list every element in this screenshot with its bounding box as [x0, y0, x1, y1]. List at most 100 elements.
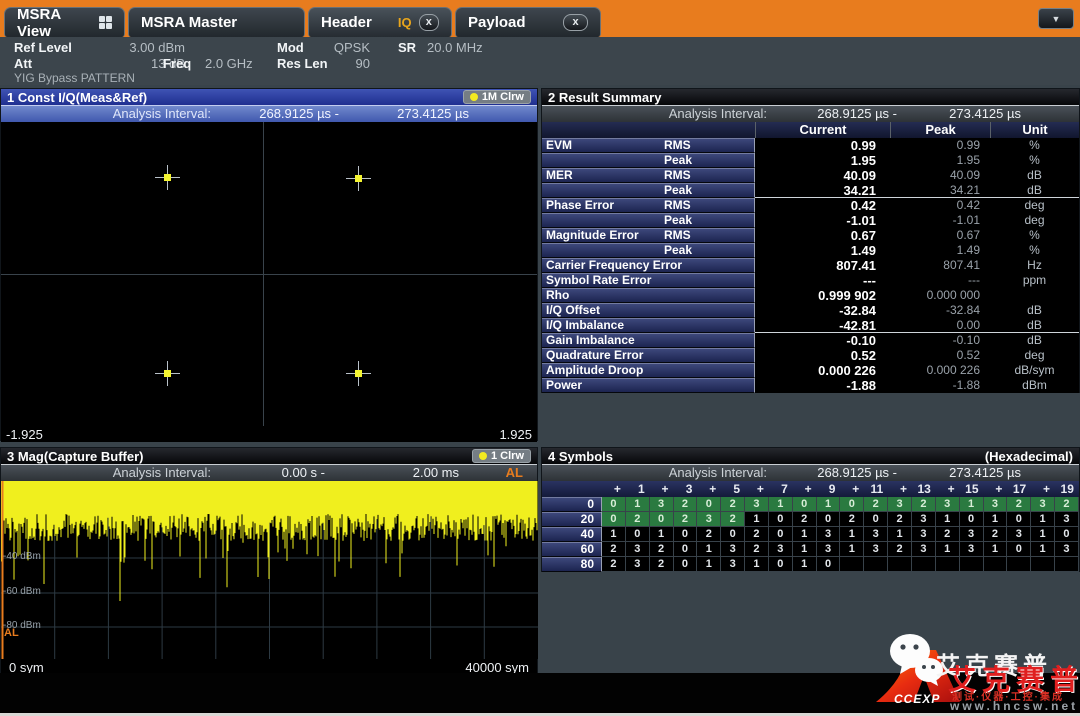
result-row: EVM RMS 0.99 0.99%	[542, 138, 1079, 153]
result-row: I/Q Offset -32.84 -32.84 dB	[542, 303, 1079, 318]
symbol-cell: 2	[602, 557, 626, 572]
symbol-cell: 1	[768, 497, 793, 512]
tab-header[interactable]: Header IQ x	[308, 7, 452, 37]
peak-value: -32.84	[945, 303, 980, 317]
param-name: I/Q Offset	[546, 303, 601, 317]
result-row: Peak 1.95 1.95%	[542, 153, 1079, 168]
close-icon[interactable]: x	[418, 14, 439, 31]
param-measure: RMS	[664, 228, 691, 242]
result-row: Peak 1.49 1.49%	[542, 243, 1079, 258]
symbol-cell: 2	[721, 497, 746, 512]
mag-trace-svg	[1, 481, 538, 659]
window-title-bar[interactable]: 2 Result Summary	[542, 89, 1079, 106]
window-symbols[interactable]: 4 Symbols (Hexadecimal) Analysis Interva…	[541, 447, 1080, 572]
current-value: 0.52	[850, 348, 876, 363]
symbols-header-row: +1 +3 +5 +7 +9 +11 +13 +15 +17 +19	[542, 481, 1079, 497]
symbol-col-header: 5	[733, 482, 741, 496]
window-title-bar[interactable]: 3 Mag(Capture Buffer) 1 Clrw	[1, 448, 537, 465]
param-name: Symbol Rate Error	[546, 273, 652, 287]
symbol-cell: 2	[840, 512, 865, 527]
peak-value: 0.67	[956, 228, 980, 242]
tab-msra-master[interactable]: MSRA Master	[128, 7, 305, 37]
res-len-value[interactable]: 90	[328, 56, 370, 71]
result-param-cell: Rho	[542, 288, 755, 303]
symbol-cell: 2	[792, 512, 817, 527]
analysis-from: 268.9125 µs -	[259, 106, 339, 121]
window-title: 3 Mag(Capture Buffer)	[7, 448, 144, 464]
window-title-bar[interactable]: 1 Const I/Q(Meas&Ref) 1M Clrw	[1, 89, 537, 106]
window-title-bar[interactable]: 4 Symbols (Hexadecimal)	[542, 448, 1079, 465]
symbol-cell: 0	[816, 512, 841, 527]
symbol-col-header: 17	[1012, 482, 1027, 496]
tab-msra-view[interactable]: MSRA View	[4, 6, 125, 40]
yig-bypass-status: YIG Bypass PATTERN	[14, 71, 135, 85]
axis-min: -1.925	[6, 426, 43, 442]
symbol-cell: 0	[673, 557, 698, 572]
symbol-cell: 1	[888, 527, 912, 542]
trace-chip[interactable]: 1 Clrw	[471, 449, 531, 463]
result-row: Peak 34.21 34.21 dB	[542, 183, 1079, 198]
current-value: 40.09	[843, 168, 876, 183]
symbol-cell: 3	[1055, 512, 1079, 527]
chevron-down-icon[interactable]: ▼	[1038, 8, 1074, 29]
symbol-cell: 3	[768, 542, 793, 557]
grid-icon	[99, 16, 112, 29]
symbol-cell: 1	[697, 542, 722, 557]
peak-value: -1.88	[952, 378, 980, 392]
unit-value: deg	[1024, 213, 1045, 227]
window-const-iq[interactable]: 1 Const I/Q(Meas&Ref) 1M Clrw Analysis I…	[0, 88, 538, 442]
result-row: Gain Imbalance -0.10 -0.10 dB	[542, 333, 1079, 348]
peak-value: -0.10	[952, 333, 980, 347]
constellation-plot[interactable]	[1, 122, 537, 426]
symbol-cell	[1007, 557, 1032, 572]
peak-value: ---	[968, 273, 980, 287]
symbol-cell	[864, 557, 889, 572]
current-value: -32.84	[839, 303, 876, 318]
mag-plot[interactable]: -40 dBm -60 dBm -80 dBm AL	[1, 481, 538, 659]
window-mag-capture[interactable]: 3 Mag(Capture Buffer) 1 Clrw Analysis In…	[0, 447, 538, 676]
symbols-row: 80 2 3 2 0 1 3 1 0 1 0	[542, 557, 1079, 572]
symbol-col-header: 1	[638, 482, 645, 496]
peak-value: 1.49	[956, 243, 980, 257]
tab-payload[interactable]: Payload x	[455, 7, 601, 37]
symbol-cell: 0	[625, 527, 650, 542]
symbol-cell: 3	[959, 527, 984, 542]
instrument-screen: MSRA View MSRA Master Header IQ x Payloa…	[0, 0, 1080, 716]
constellation-point	[345, 165, 371, 191]
freq-value[interactable]: 2.0 GHz	[205, 56, 253, 71]
mod-value[interactable]: QPSK	[328, 40, 370, 55]
result-param-cell: Gain Imbalance	[542, 333, 755, 348]
symbol-cell: 3	[864, 542, 889, 557]
symbols-row: 001320231010232313232	[542, 497, 1079, 512]
auto-level-badge: AL	[505, 465, 523, 480]
symbol-cell: 3	[935, 497, 960, 512]
ref-level-value[interactable]: 3.00 dBm	[105, 40, 185, 55]
symbol-cell: 1	[697, 557, 722, 572]
result-param-cell: I/Q Imbalance	[542, 318, 755, 333]
symbol-cell: 1	[840, 542, 865, 557]
result-param-cell: EVM RMS	[542, 138, 755, 153]
symbol-cell	[888, 557, 912, 572]
symbol-dot-icon	[164, 370, 172, 378]
symbol-cell	[1055, 557, 1079, 572]
symbol-cell: 3	[745, 497, 769, 512]
symbol-cell: 3	[625, 542, 650, 557]
col-header-unit: Unit	[990, 122, 1079, 138]
symbol-cell: 0	[673, 542, 698, 557]
close-icon[interactable]: x	[563, 14, 588, 31]
symbol-cell: 1	[983, 542, 1008, 557]
current-value: 0.67	[850, 228, 876, 243]
window-result-summary[interactable]: 2 Result Summary Analysis Interval: 268.…	[541, 88, 1080, 393]
trace-chip[interactable]: 1M Clrw	[462, 90, 531, 104]
symbol-cell: 0	[840, 497, 865, 512]
iq-marker: IQ	[397, 15, 412, 30]
param-name: MER	[546, 168, 573, 182]
symbol-cell: 2	[1055, 497, 1079, 512]
peak-value: 0.000 000	[926, 288, 980, 302]
unit-value: dB	[1027, 318, 1042, 332]
sr-value[interactable]: 20.0 MHz	[427, 40, 483, 55]
param-name: Amplitude Droop	[546, 363, 644, 377]
symbol-cell: 2	[1007, 497, 1032, 512]
window-title: 2 Result Summary	[548, 89, 662, 105]
current-value: -1.01	[846, 213, 876, 228]
